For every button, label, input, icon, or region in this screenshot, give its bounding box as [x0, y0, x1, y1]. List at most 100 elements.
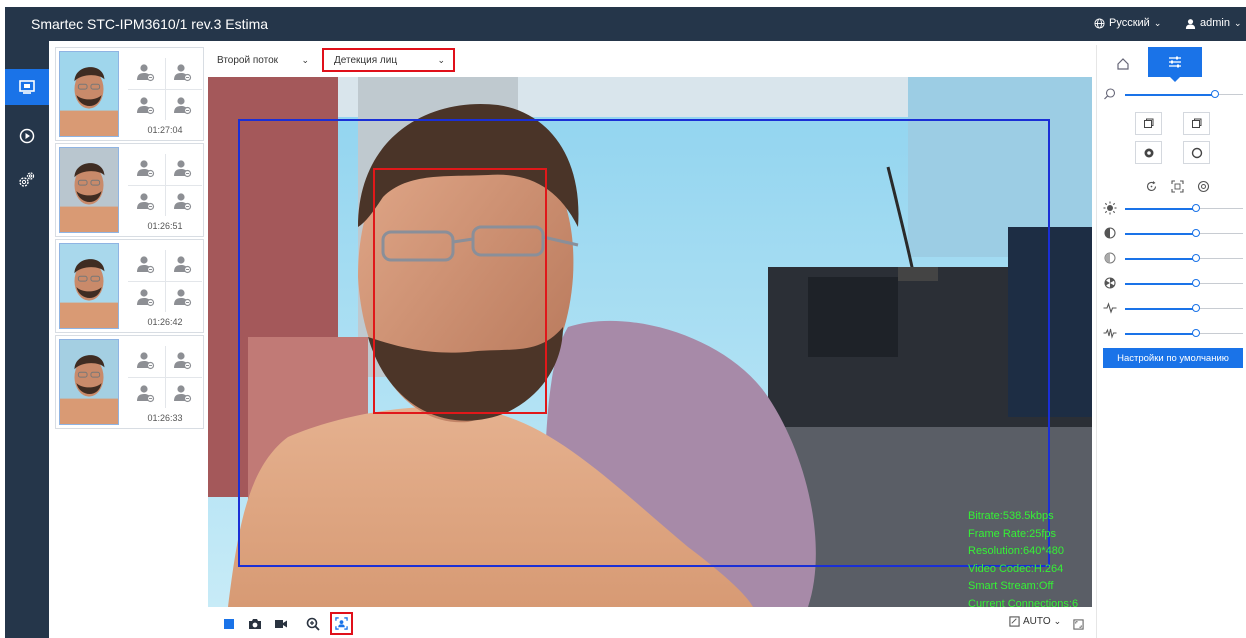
saturation-slider[interactable] [1103, 251, 1243, 267]
person-placeholder-icon [172, 191, 192, 211]
nav-live-view[interactable] [5, 69, 49, 105]
stats-line: Smart Stream:Off [968, 580, 1054, 592]
app-title: Smartec STC-IPM3610/1 rev.3 Estima [31, 16, 269, 32]
capture-time: 01:26:51 [147, 221, 183, 231]
detection-overlay-button[interactable] [330, 612, 353, 635]
top-bar: Smartec STC-IPM3610/1 rev.3 Estima Русск… [5, 7, 1246, 41]
contrast-slider-knob[interactable] [1192, 229, 1200, 237]
zoom-slider-rest [1215, 94, 1243, 95]
stream-stats: Bitrate:538.5kbps Frame Rate:25fps Resolut… [968, 508, 1078, 607]
snapshot-button[interactable] [245, 614, 265, 634]
face-detection-box [373, 168, 547, 414]
sharpness-slider-knob[interactable] [1192, 304, 1200, 312]
person-placeholder-icon [135, 191, 155, 211]
capture-card[interactable]: 01:26:51 [55, 143, 204, 237]
iris-button[interactable] [1193, 176, 1213, 196]
zoom-slider-knob[interactable] [1211, 90, 1219, 98]
language-selector[interactable]: Русский ⌄ [1094, 17, 1161, 29]
detection-mode-value: Детекция лиц [334, 54, 398, 66]
sharpness-slider[interactable] [1103, 301, 1243, 317]
grid-divider [128, 281, 202, 282]
match-grid [128, 250, 202, 312]
person-placeholder-icon [135, 254, 155, 274]
zoom-in-icon [306, 617, 320, 631]
face-frame-icon [335, 617, 348, 630]
video-toolbar: AUTO ⌄ [208, 609, 1092, 638]
person-placeholder-icon [135, 350, 155, 370]
noise-reduction-slider-track [1125, 333, 1196, 335]
person-placeholder-icon [172, 254, 192, 274]
person-placeholder-icon [172, 95, 192, 115]
fullscreen-icon [1073, 619, 1084, 630]
nav-playback[interactable] [5, 118, 49, 154]
stream-quality-select[interactable]: AUTO ⌄ [1009, 616, 1061, 627]
sharpness-slider-track [1125, 308, 1196, 310]
iris-icon [1197, 180, 1209, 192]
record-button[interactable] [271, 614, 291, 634]
focus-near-icon [1144, 148, 1153, 157]
globe-icon [1094, 17, 1105, 29]
person-placeholder-icon [172, 287, 192, 307]
tab-ptz[interactable] [1105, 49, 1141, 79]
match-grid [128, 346, 202, 408]
stats-line: Video Codec:H.264 [968, 562, 1064, 575]
person-placeholder-icon [172, 350, 192, 370]
stats-line: Resolution:640*480 [968, 545, 1065, 557]
focus-far-button[interactable] [1183, 141, 1210, 164]
detection-mode-select[interactable]: Детекция лиц ⌄ [322, 48, 455, 72]
reset-defaults-button[interactable]: Настройки по умолчанию [1103, 348, 1243, 368]
noise-reduction-slider[interactable] [1103, 326, 1243, 342]
area-focus-button[interactable] [1167, 176, 1187, 196]
face-thumbnail[interactable] [59, 243, 119, 329]
capture-time: 01:27:04 [147, 125, 183, 135]
tab-image-adjust[interactable] [1148, 47, 1202, 82]
noise-reduction-icon [1103, 328, 1117, 339]
capture-card[interactable]: 01:26:33 [55, 335, 204, 429]
live-video[interactable]: Bitrate:538.5kbps Frame Rate:25fps Resolut… [208, 77, 1092, 607]
zoom-out-button[interactable] [1135, 112, 1162, 135]
camera-icon [249, 619, 261, 629]
rotate-button[interactable] [1141, 176, 1161, 196]
focus-near-button[interactable] [1135, 141, 1162, 164]
zoom-slider[interactable] [1103, 87, 1243, 103]
user-name: admin [1200, 17, 1230, 29]
person-placeholder-icon [135, 287, 155, 307]
contrast-slider[interactable] [1103, 226, 1243, 242]
nav-settings[interactable] [5, 162, 49, 198]
saturation-slider-knob[interactable] [1192, 254, 1200, 262]
grid-divider [128, 185, 202, 186]
noise-reduction-slider-knob[interactable] [1192, 329, 1200, 337]
capture-card[interactable]: 01:26:42 [55, 239, 204, 333]
brightness-slider-knob[interactable] [1192, 204, 1200, 212]
digital-zoom-button[interactable] [303, 614, 323, 634]
color-wheel-icon [1104, 277, 1116, 289]
hue-slider-knob[interactable] [1192, 279, 1200, 287]
settings-icon [19, 172, 35, 187]
brightness-slider[interactable] [1103, 201, 1243, 217]
saturation-slider-rest [1196, 258, 1243, 259]
person-placeholder-icon [172, 62, 192, 82]
zoom-in-button[interactable] [1183, 112, 1210, 135]
user-menu[interactable]: admin ⌄ [1185, 17, 1242, 29]
grid-divider [128, 377, 202, 378]
search-icon [1104, 88, 1116, 100]
chevron-down-icon: ⌄ [1153, 17, 1162, 28]
saturation-slider-track [1125, 258, 1196, 260]
square-plus-icon [1192, 118, 1202, 128]
chevron-down-icon: ⌄ [1053, 616, 1062, 626]
face-thumbnail[interactable] [59, 339, 119, 425]
stats-line: Bitrate:538.5kbps [968, 510, 1054, 522]
noise-reduction-slider-rest [1196, 333, 1243, 334]
capture-card[interactable]: 01:27:04 [55, 47, 204, 141]
home-icon [1117, 58, 1129, 70]
face-thumbnail[interactable] [59, 147, 119, 233]
stop-button[interactable] [219, 614, 239, 634]
language-label: Русский [1109, 17, 1150, 29]
match-grid [128, 58, 202, 120]
aspect-icon [1009, 616, 1020, 627]
stream-select[interactable]: Второй поток ⌄ [213, 49, 313, 71]
hue-slider[interactable] [1103, 276, 1243, 292]
face-thumbnail[interactable] [59, 51, 119, 137]
fullscreen-button[interactable] [1073, 617, 1084, 635]
sliders-icon [1169, 56, 1181, 68]
